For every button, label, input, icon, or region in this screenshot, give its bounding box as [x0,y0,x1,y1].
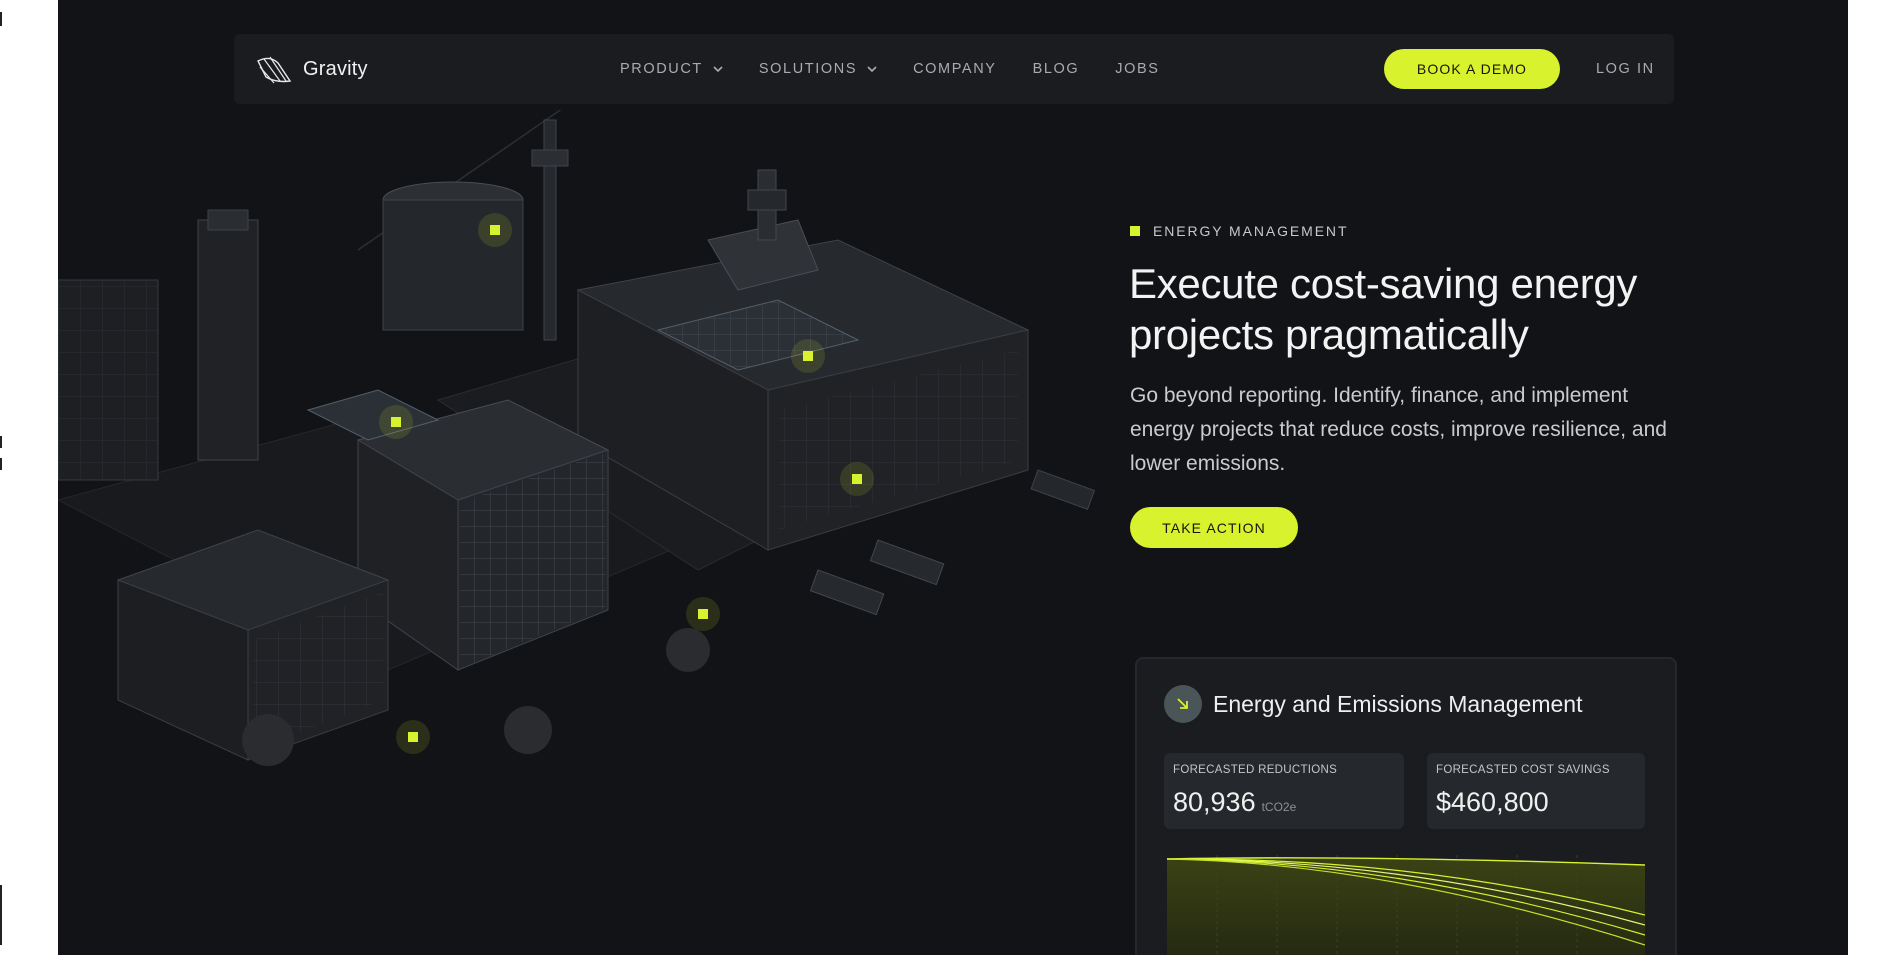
emissions-forecast-chart [1167,855,1645,955]
nav-item-company[interactable]: COMPANY [913,61,996,77]
hero-subtext: Go beyond reporting. Identify, finance, … [1130,384,1667,475]
factory-illustration [58,110,1096,766]
edge-mark [0,12,2,26]
hotspot-marker[interactable] [840,462,874,496]
brand-name: Gravity [303,57,368,80]
nav-item-label: JOBS [1115,61,1160,77]
stat-forecasted-reductions: FORECASTED REDUCTIONS 80,936 tCO2e [1164,753,1404,829]
edge-mark [0,436,2,448]
stat-value: 80,936 tCO2e [1173,787,1296,818]
hero-headline: Execute cost-saving energy projects prag… [1129,260,1638,358]
stat-unit: tCO2e [1261,800,1297,814]
chevron-down-icon [713,65,723,72]
arrow-down-right-icon [1164,685,1202,723]
eyebrow-label: ENERGY MANAGEMENT [1153,223,1349,239]
hotspot-marker[interactable] [379,405,413,439]
hero-eyebrow: ENERGY MANAGEMENT [1130,223,1348,239]
accent-square-icon [1130,226,1140,236]
edge-mark [0,885,2,945]
nav-item-solutions[interactable]: SOLUTIONS [759,61,877,77]
hotspot-marker[interactable] [791,339,825,373]
nav-item-label: COMPANY [913,61,997,77]
left-edge-gutter [0,0,58,955]
book-demo-button[interactable]: BOOK A DEMO [1384,49,1560,89]
take-action-button[interactable]: TAKE ACTION [1130,507,1298,548]
stat-label: FORECASTED COST SAVINGS [1436,764,1610,776]
chevron-down-icon [867,65,877,72]
hotspot-marker[interactable] [396,720,430,754]
login-link[interactable]: LOG IN [1596,34,1655,104]
stat-number: 80,936 [1173,787,1256,817]
nav-links: PRODUCT SOLUTIONS COMPANY BLOG JOBS [620,34,1196,104]
nav-item-label: PRODUCT [620,61,703,77]
edge-mark [0,458,2,470]
nav-item-label: SOLUTIONS [758,61,858,77]
hotspot-marker[interactable] [686,597,720,631]
nav-item-blog[interactable]: BLOG [1033,61,1080,77]
stat-label: FORECASTED REDUCTIONS [1173,764,1338,776]
nav-item-label: BLOG [1032,61,1080,77]
card-title: Energy and Emissions Management [1213,691,1583,717]
energy-emissions-card: Energy and Emissions Management FORECAST… [1135,657,1677,955]
nav-item-product[interactable]: PRODUCT [620,61,723,77]
gravity-logo-icon [257,56,292,84]
brand-logo[interactable]: Gravity [256,53,368,85]
stat-value: $460,800 [1436,787,1549,818]
hotspot-marker[interactable] [478,213,512,247]
stat-number: $460,800 [1436,787,1549,817]
right-edge-gutter [1848,0,1900,955]
page: Gravity PRODUCT SOLUTIONS COMPANY BLOG J… [58,0,1848,955]
stat-forecasted-cost-savings: FORECASTED COST SAVINGS $460,800 [1427,753,1645,829]
nav-item-jobs[interactable]: JOBS [1115,61,1159,77]
top-navigation: Gravity PRODUCT SOLUTIONS COMPANY BLOG J… [234,34,1674,104]
